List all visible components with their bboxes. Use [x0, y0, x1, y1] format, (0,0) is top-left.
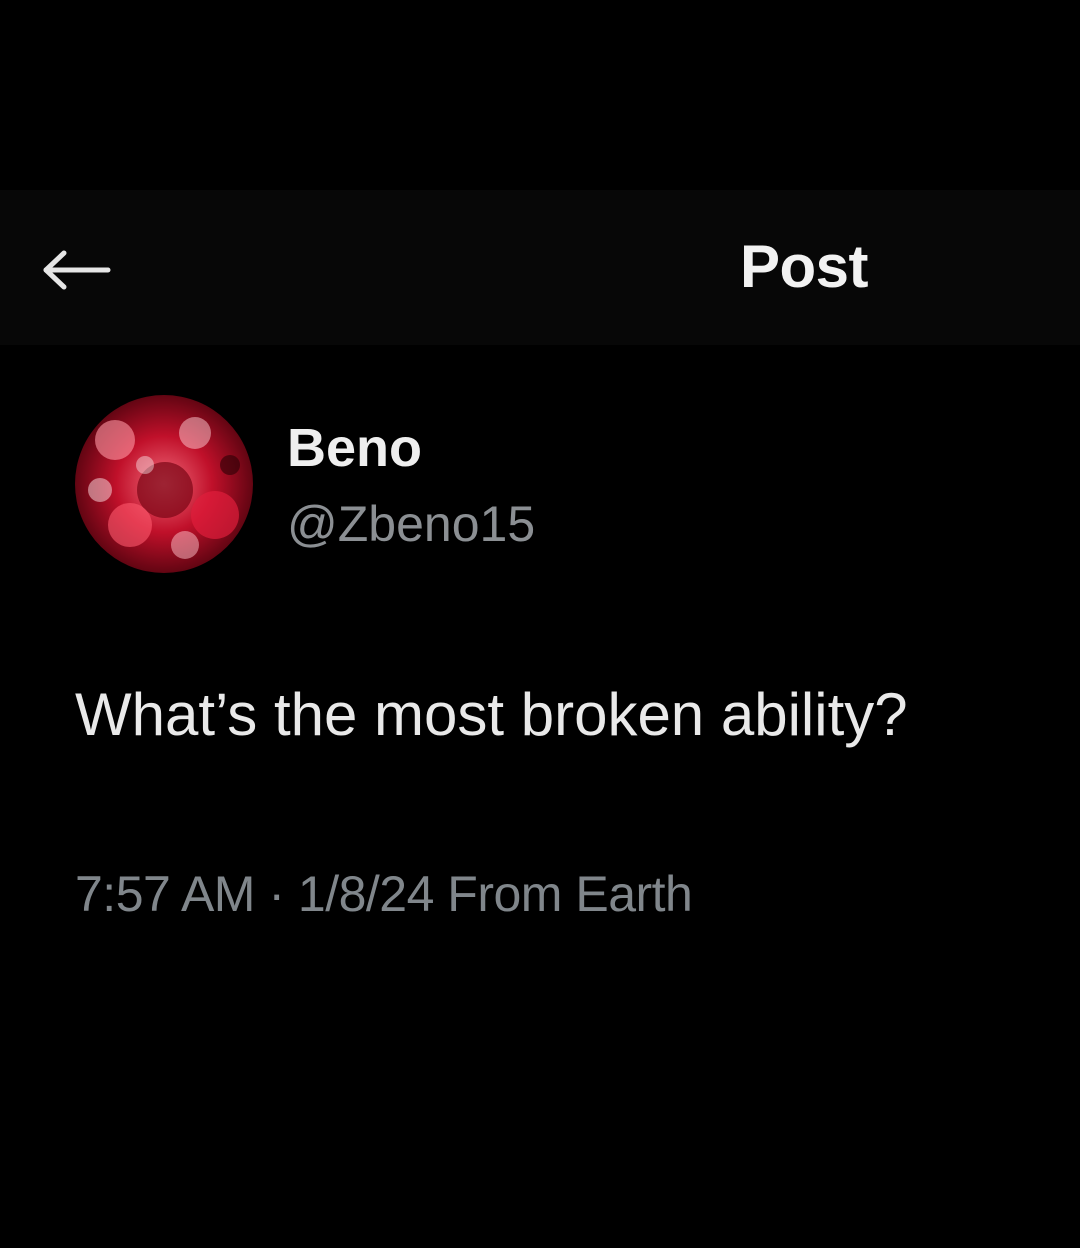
page-title: Post: [740, 233, 869, 300]
post-location: From Earth: [433, 866, 693, 922]
metadata-separator: ·: [254, 866, 298, 922]
post-date: 1/8/24: [297, 866, 435, 922]
post-metadata: 7:57 AM · 1/8/24 From Earth: [75, 865, 693, 923]
top-bar: Post: [0, 190, 1080, 345]
arrow-left-icon: [43, 250, 111, 290]
author-display-name[interactable]: Beno: [287, 417, 422, 479]
avatar-image: [75, 395, 253, 573]
author-handle: @Zbeno15: [287, 496, 536, 552]
back-button[interactable]: [40, 230, 140, 310]
post-text: What’s the most broken ability?: [75, 681, 908, 748]
post-time: 7:57 AM: [75, 866, 255, 922]
post-author: Beno @Zbeno15: [75, 395, 975, 575]
avatar[interactable]: [75, 395, 253, 573]
